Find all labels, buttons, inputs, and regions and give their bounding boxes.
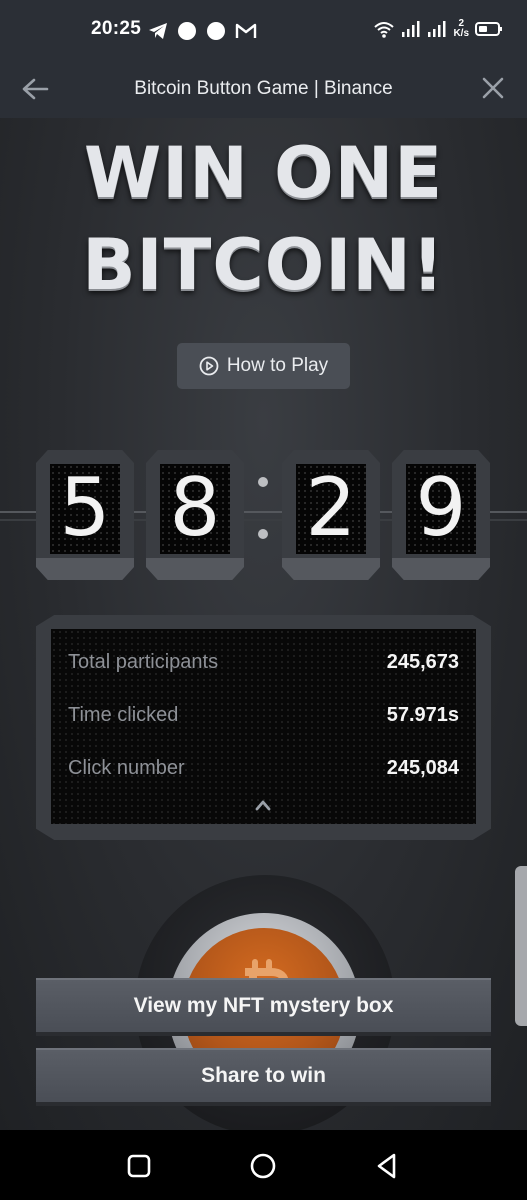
stat-row-click-number: Click number 245,084 [68, 755, 459, 781]
stat-value: 245,084 [386, 756, 459, 779]
game-area: WIN ONE BITCOIN! How to Play 5 8 2 9 Tot… [0, 118, 527, 1130]
gmail-icon [235, 23, 257, 38]
share-to-win-button[interactable]: Share to win [36, 1048, 491, 1106]
timer-colon-dot [258, 477, 268, 487]
app-header: Bitcoin Button Game | Binance [0, 60, 527, 118]
stat-row-participants: Total participants 245,673 [68, 649, 459, 675]
stats-panel: Total participants 245,673 Time clicked … [36, 615, 491, 840]
stat-value: 57.971s [386, 703, 459, 726]
stat-label: Total participants [68, 650, 219, 673]
status-time: 20:25 [91, 18, 142, 39]
side-scroll-handle[interactable] [515, 866, 527, 1026]
timer-digit-value: 5 [59, 461, 111, 554]
how-to-play-label: How to Play [226, 355, 329, 376]
how-to-play-button[interactable]: How to Play [177, 343, 350, 389]
network-speed: 2 K/s [453, 19, 469, 39]
battery-icon [475, 22, 502, 36]
circle-notification-icon [178, 22, 196, 40]
status-bar: 20:25 2 K/s [0, 0, 527, 60]
system-nav-bar [0, 1130, 527, 1200]
stat-row-time-clicked: Time clicked 57.971s [68, 702, 459, 728]
recent-apps-icon[interactable] [125, 1152, 153, 1180]
back-icon[interactable] [374, 1152, 402, 1180]
timer-colon-dot [258, 529, 268, 539]
timer-digit-value: 2 [305, 461, 357, 554]
headline-line-1: WIN ONE [83, 132, 444, 214]
signal-icon [402, 21, 420, 37]
system-icons: 2 K/s [373, 16, 503, 42]
timer-digit: 9 [392, 450, 490, 580]
timer-digit-value: 8 [169, 461, 221, 554]
timer-digit: 8 [146, 450, 244, 580]
wifi-icon [374, 22, 395, 38]
stat-value: 245,673 [386, 650, 459, 673]
network-speed-unit: K/s [453, 28, 469, 39]
circle-notification-icon [207, 22, 225, 40]
chevron-up-icon[interactable] [255, 799, 271, 811]
notification-icons [148, 20, 257, 42]
timer-digit-value: 9 [415, 461, 467, 554]
stat-label: Click number [68, 756, 185, 779]
play-circle-icon [199, 356, 219, 376]
page-title: Bitcoin Button Game | Binance [134, 78, 393, 99]
headline-line-2: BITCOIN! [82, 224, 445, 306]
arrow-left-icon[interactable] [20, 75, 50, 103]
timer-digit: 5 [36, 450, 134, 580]
close-icon[interactable] [479, 74, 507, 102]
timer-digit: 2 [282, 450, 380, 580]
stat-label: Time clicked [68, 703, 179, 726]
signal-icon [428, 21, 446, 37]
view-nft-mystery-box-button[interactable]: View my NFT mystery box [36, 978, 491, 1036]
telegram-icon [149, 23, 167, 39]
home-icon[interactable] [249, 1152, 277, 1180]
